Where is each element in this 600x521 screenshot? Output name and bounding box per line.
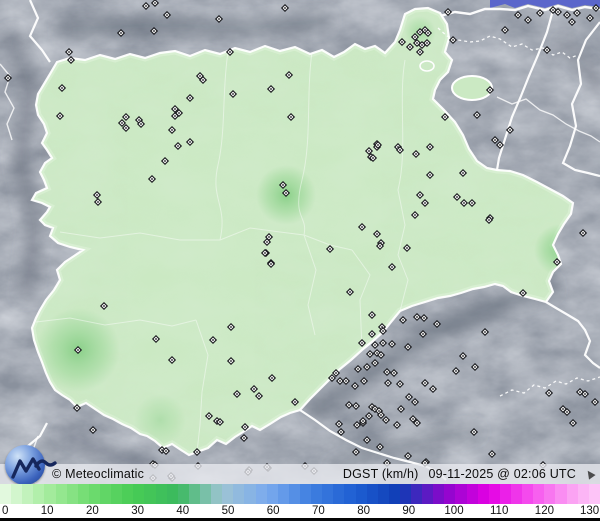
scale-block: [444, 484, 456, 504]
scale-block: [0, 484, 12, 504]
scale-block: [155, 484, 167, 504]
scale-block: [55, 484, 67, 504]
scale-block: [255, 484, 267, 504]
cursor-arrow-icon: [584, 468, 596, 480]
scale-block: [344, 484, 356, 504]
logo-m-wave-icon: [11, 457, 57, 479]
scale-block: [77, 484, 89, 504]
scale-block: [499, 484, 512, 504]
scale-block: [399, 484, 412, 504]
scale-tick-label: 110: [490, 505, 509, 517]
scale-block: [188, 484, 200, 504]
scale-tick-label: 130: [580, 505, 600, 517]
scale-tick-label: 70: [311, 505, 325, 517]
scale-tick-label: 30: [131, 505, 144, 517]
scale-block: [333, 484, 345, 504]
scale-block: [99, 484, 112, 504]
scale-tick-label: 90: [402, 505, 416, 517]
datetime-label: 09-11-2025 @ 02:06 UTC: [428, 467, 576, 481]
scale-block: [511, 484, 523, 504]
scale-tick-label: 80: [357, 505, 370, 517]
gust-color-scale: [0, 484, 600, 504]
scale-block: [199, 484, 212, 504]
scale-block: [233, 484, 245, 504]
scale-block: [122, 484, 134, 504]
scale-block: [311, 484, 323, 504]
attribution-label: © Meteoclimatic: [52, 467, 145, 481]
scale-block: [277, 484, 289, 504]
scale-block: [533, 484, 545, 504]
scale-block: [355, 484, 367, 504]
region-enclave: [451, 75, 493, 101]
scale-block: [211, 484, 223, 504]
scale-block: [455, 484, 467, 504]
scale-tick-label: 100: [444, 505, 464, 517]
wind-gust-map[interactable]: [0, 0, 600, 484]
scale-tick-label: 20: [85, 505, 99, 517]
scale-block: [177, 484, 189, 504]
scale-block: [544, 484, 556, 504]
scale-block: [11, 484, 23, 504]
scale-block: [422, 484, 434, 504]
weather-map-app: © Meteoclimatic DGST (km/h) 09-11-2025 @…: [0, 0, 600, 521]
scale-tick-label: 10: [40, 505, 54, 517]
info-strip: © Meteoclimatic DGST (km/h) 09-11-2025 @…: [0, 464, 600, 484]
scale-block: [66, 484, 78, 504]
scale-block: [566, 484, 578, 504]
scale-block: [144, 484, 156, 504]
scale-block: [588, 484, 600, 504]
scale-block: [411, 484, 423, 504]
scale-block: [488, 484, 500, 504]
scale-block: [288, 484, 300, 504]
scale-block: [555, 484, 567, 504]
scale-tick-label: 40: [176, 505, 190, 517]
scale-block: [33, 484, 45, 504]
scale-tick-label: 0: [2, 505, 9, 517]
scale-block: [111, 484, 123, 504]
scale-block: [366, 484, 378, 504]
scale-block: [44, 484, 56, 504]
scale-block: [244, 484, 256, 504]
scale-block: [433, 484, 445, 504]
scale-block: [222, 484, 234, 504]
scale-block: [522, 484, 534, 504]
scale-tick-label: 120: [534, 505, 554, 517]
scale-block: [133, 484, 145, 504]
gust-scale-ticks: 0 10 20 30 40 50 60 70 80 90 100 110 120 130: [0, 504, 600, 518]
scale-block: [22, 484, 34, 504]
scale-block: [266, 484, 278, 504]
product-label: DGST (km/h): [342, 467, 419, 481]
scale-block: [466, 484, 478, 504]
scale-block: [377, 484, 389, 504]
scale-block: [577, 484, 589, 504]
scale-block: [388, 484, 400, 504]
scale-block: [299, 484, 312, 504]
scale-tick-label: 60: [266, 505, 280, 517]
scale-block: [477, 484, 489, 504]
scale-block: [88, 484, 100, 504]
scale-tick-label: 50: [221, 505, 235, 517]
meteoclimatic-logo[interactable]: [5, 445, 61, 487]
scale-block: [166, 484, 178, 504]
scale-block: [322, 484, 334, 504]
